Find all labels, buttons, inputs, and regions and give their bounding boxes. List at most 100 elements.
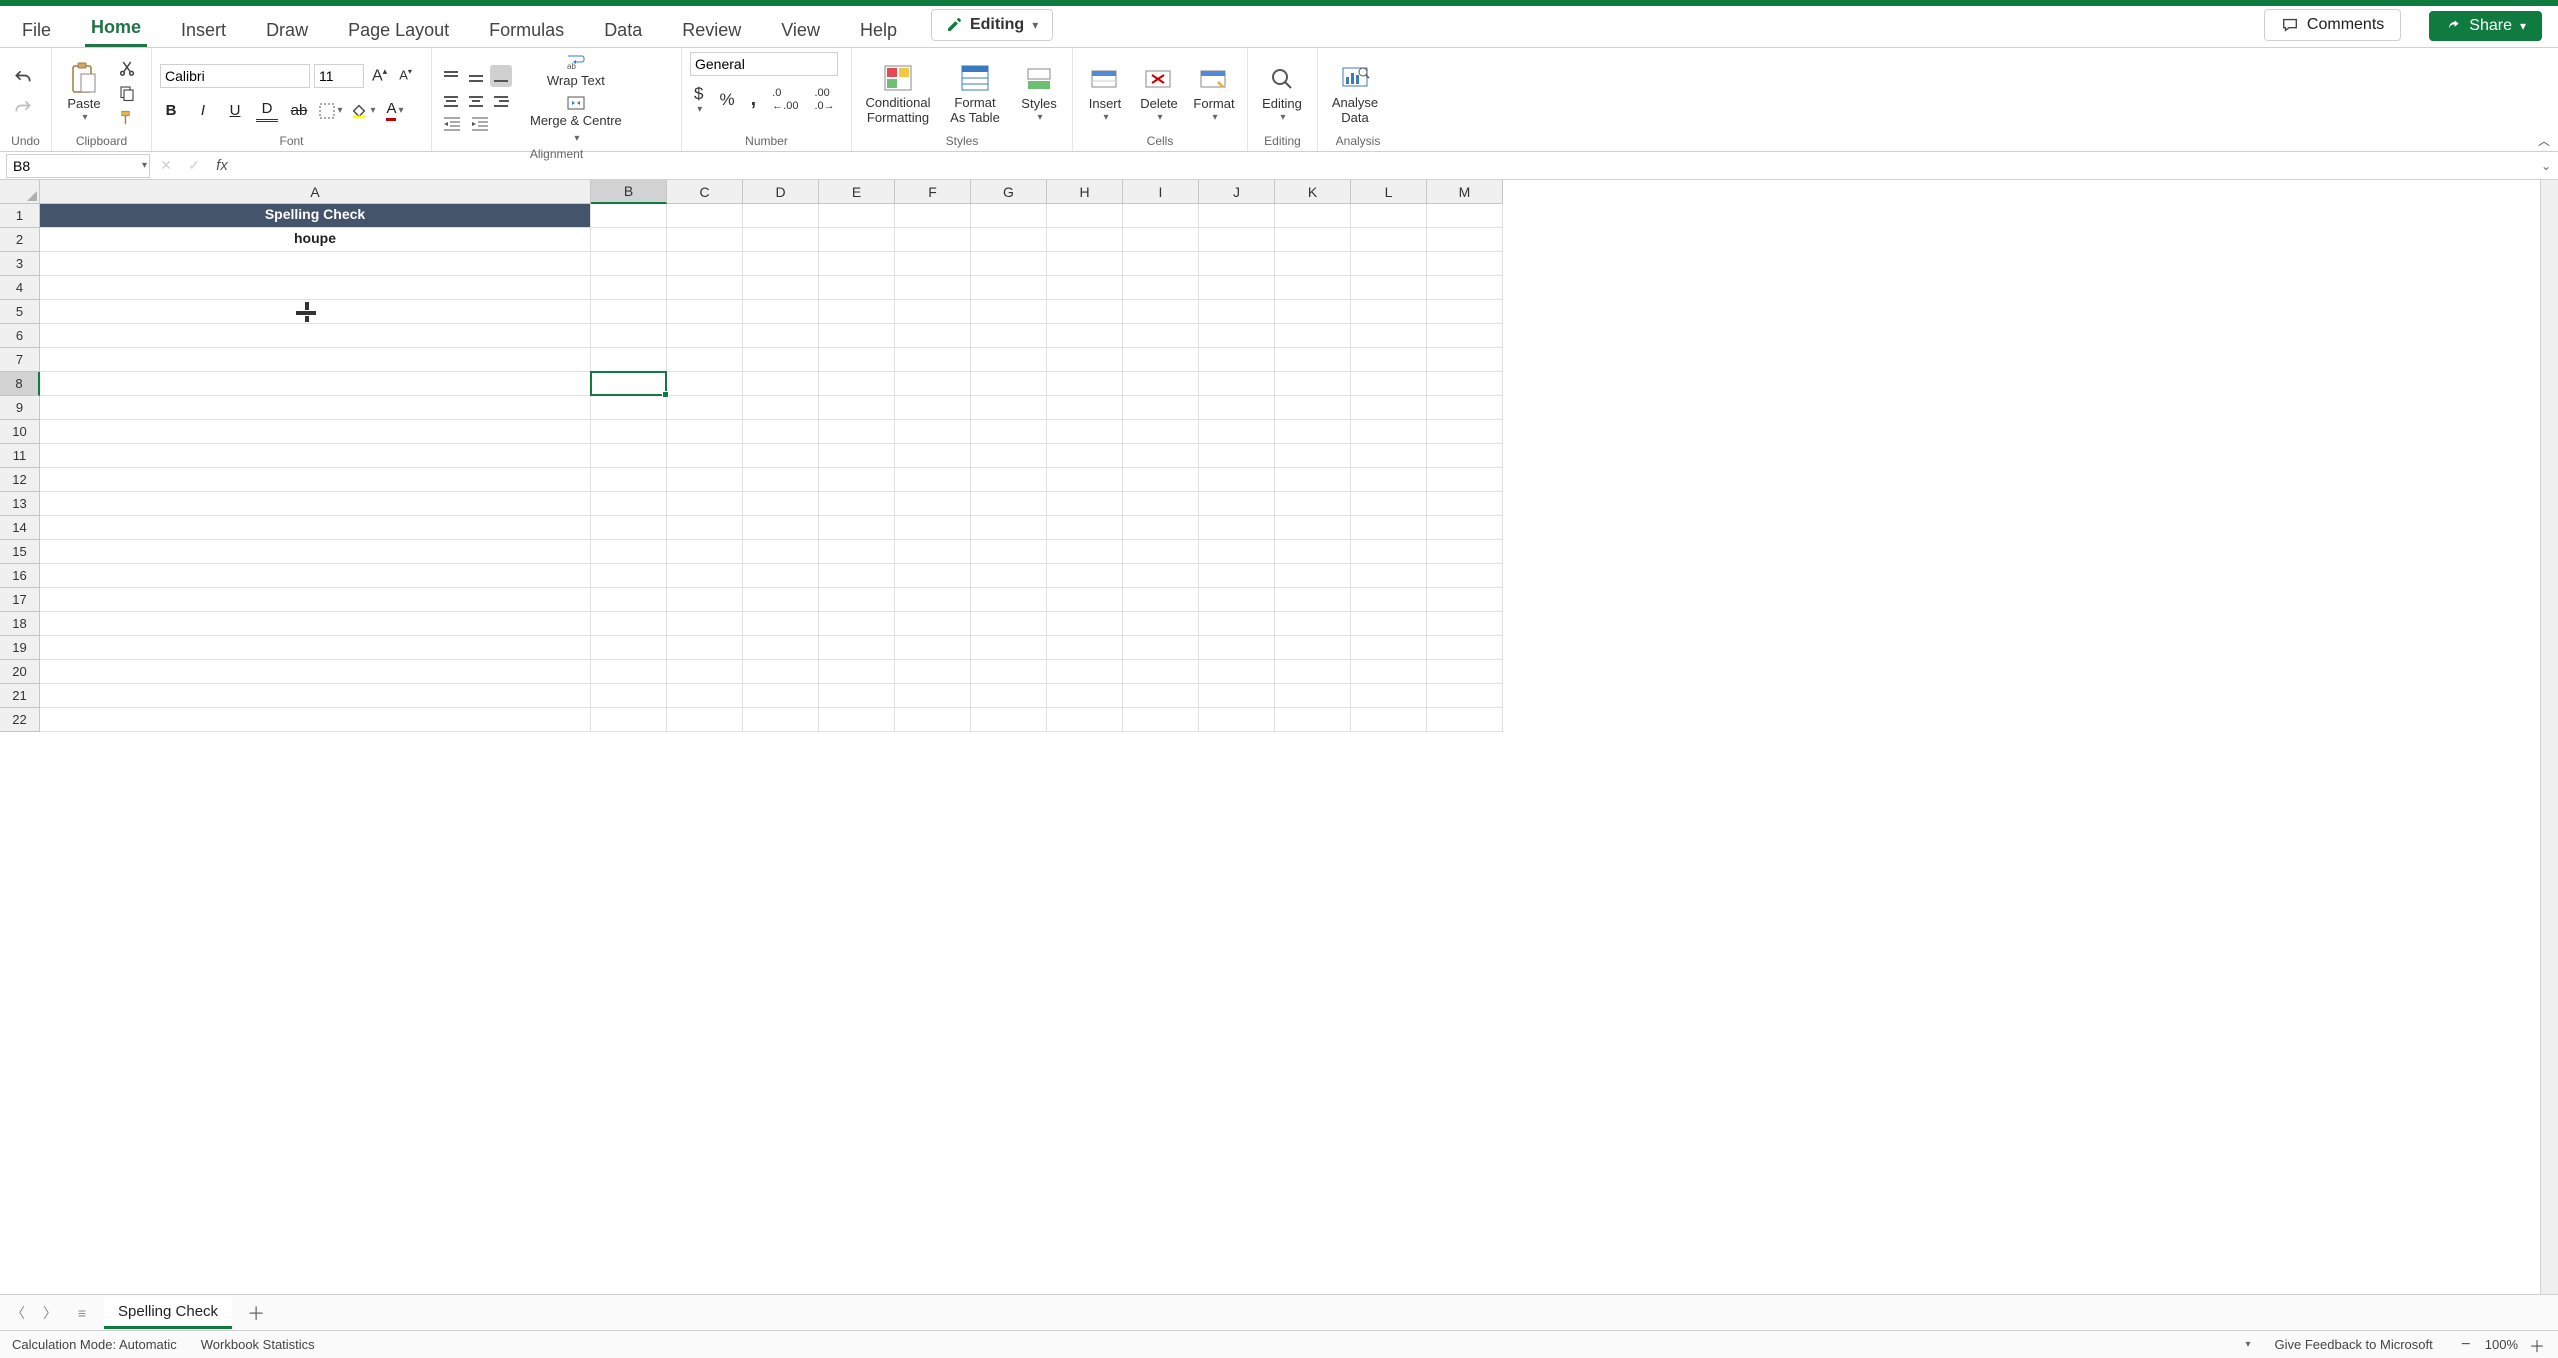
cell-L10[interactable] bbox=[1351, 420, 1427, 444]
cell-F7[interactable] bbox=[895, 348, 971, 372]
cell-A18[interactable] bbox=[40, 612, 591, 636]
cell-B15[interactable] bbox=[591, 540, 667, 564]
cell-L11[interactable] bbox=[1351, 444, 1427, 468]
cell-F22[interactable] bbox=[895, 708, 971, 732]
chevron-down-icon[interactable]: ▾ bbox=[142, 160, 147, 171]
decrease-decimal-button[interactable]: .00.0→ bbox=[810, 85, 838, 114]
cell-F4[interactable] bbox=[895, 276, 971, 300]
cell-J13[interactable] bbox=[1199, 492, 1275, 516]
cell-A1[interactable]: Spelling Check bbox=[40, 204, 591, 228]
tab-page-layout[interactable]: Page Layout bbox=[342, 12, 455, 47]
cell-J9[interactable] bbox=[1199, 396, 1275, 420]
mode-editing-dropdown[interactable]: Editing ▾ bbox=[931, 9, 1053, 41]
column-header-A[interactable]: A bbox=[40, 180, 591, 204]
cell-K17[interactable] bbox=[1275, 588, 1351, 612]
cell-E11[interactable] bbox=[819, 444, 895, 468]
cell-K2[interactable] bbox=[1275, 228, 1351, 252]
cell-K1[interactable] bbox=[1275, 204, 1351, 228]
cell-M16[interactable] bbox=[1427, 564, 1503, 588]
analyse-data-button[interactable]: Analyse Data bbox=[1326, 58, 1384, 128]
column-header-B[interactable]: B bbox=[591, 180, 667, 204]
cell-H18[interactable] bbox=[1047, 612, 1123, 636]
cell-E14[interactable] bbox=[819, 516, 895, 540]
comments-button[interactable]: Comments bbox=[2264, 9, 2401, 41]
cell-G10[interactable] bbox=[971, 420, 1047, 444]
cell-K12[interactable] bbox=[1275, 468, 1351, 492]
cell-B22[interactable] bbox=[591, 708, 667, 732]
align-center-button[interactable] bbox=[465, 90, 487, 112]
cell-E6[interactable] bbox=[819, 324, 895, 348]
cell-H16[interactable] bbox=[1047, 564, 1123, 588]
share-button[interactable]: Share ▾ bbox=[2429, 11, 2542, 41]
cell-I21[interactable] bbox=[1123, 684, 1199, 708]
cell-D17[interactable] bbox=[743, 588, 819, 612]
column-header-I[interactable]: I bbox=[1123, 180, 1199, 204]
cell-H1[interactable] bbox=[1047, 204, 1123, 228]
cell-F15[interactable] bbox=[895, 540, 971, 564]
cell-M19[interactable] bbox=[1427, 636, 1503, 660]
cell-M5[interactable] bbox=[1427, 300, 1503, 324]
cell-B21[interactable] bbox=[591, 684, 667, 708]
cell-I5[interactable] bbox=[1123, 300, 1199, 324]
status-dropdown[interactable]: ▾ bbox=[2245, 1339, 2250, 1350]
cell-G22[interactable] bbox=[971, 708, 1047, 732]
cell-D16[interactable] bbox=[743, 564, 819, 588]
cell-C7[interactable] bbox=[667, 348, 743, 372]
row-header-9[interactable]: 9 bbox=[0, 396, 40, 420]
column-header-F[interactable]: F bbox=[895, 180, 971, 204]
cell-J2[interactable] bbox=[1199, 228, 1275, 252]
cell-L17[interactable] bbox=[1351, 588, 1427, 612]
tab-draw[interactable]: Draw bbox=[260, 12, 314, 47]
cell-M11[interactable] bbox=[1427, 444, 1503, 468]
cell-H21[interactable] bbox=[1047, 684, 1123, 708]
cell-K13[interactable] bbox=[1275, 492, 1351, 516]
cell-K8[interactable] bbox=[1275, 372, 1351, 396]
cell-A12[interactable] bbox=[40, 468, 591, 492]
column-header-K[interactable]: K bbox=[1275, 180, 1351, 204]
decrease-font-button[interactable]: A▾ bbox=[395, 65, 416, 85]
cell-A10[interactable] bbox=[40, 420, 591, 444]
cell-C16[interactable] bbox=[667, 564, 743, 588]
cell-E12[interactable] bbox=[819, 468, 895, 492]
cell-F16[interactable] bbox=[895, 564, 971, 588]
cell-L1[interactable] bbox=[1351, 204, 1427, 228]
cell-B16[interactable] bbox=[591, 564, 667, 588]
column-header-H[interactable]: H bbox=[1047, 180, 1123, 204]
cell-J1[interactable] bbox=[1199, 204, 1275, 228]
cell-D4[interactable] bbox=[743, 276, 819, 300]
cell-C12[interactable] bbox=[667, 468, 743, 492]
cell-K16[interactable] bbox=[1275, 564, 1351, 588]
cell-G7[interactable] bbox=[971, 348, 1047, 372]
cell-C9[interactable] bbox=[667, 396, 743, 420]
cell-K7[interactable] bbox=[1275, 348, 1351, 372]
cell-G12[interactable] bbox=[971, 468, 1047, 492]
number-format-select[interactable] bbox=[690, 52, 838, 76]
cell-M9[interactable] bbox=[1427, 396, 1503, 420]
cell-E18[interactable] bbox=[819, 612, 895, 636]
insert-function-button[interactable]: fx bbox=[208, 154, 236, 178]
cell-I6[interactable] bbox=[1123, 324, 1199, 348]
cell-L12[interactable] bbox=[1351, 468, 1427, 492]
cell-A13[interactable] bbox=[40, 492, 591, 516]
cell-C4[interactable] bbox=[667, 276, 743, 300]
align-bottom-button[interactable] bbox=[490, 65, 512, 87]
cell-M3[interactable] bbox=[1427, 252, 1503, 276]
cell-C18[interactable] bbox=[667, 612, 743, 636]
underline-button[interactable]: U bbox=[224, 100, 246, 122]
workbook-stats-button[interactable]: Workbook Statistics bbox=[201, 1337, 315, 1352]
cell-I2[interactable] bbox=[1123, 228, 1199, 252]
cell-H4[interactable] bbox=[1047, 276, 1123, 300]
cell-D22[interactable] bbox=[743, 708, 819, 732]
cell-G14[interactable] bbox=[971, 516, 1047, 540]
cell-L3[interactable] bbox=[1351, 252, 1427, 276]
wrap-text-button[interactable]: ab Wrap Text bbox=[526, 52, 626, 91]
cell-F5[interactable] bbox=[895, 300, 971, 324]
cell-B1[interactable] bbox=[591, 204, 667, 228]
cell-H19[interactable] bbox=[1047, 636, 1123, 660]
cell-B17[interactable] bbox=[591, 588, 667, 612]
cell-C17[interactable] bbox=[667, 588, 743, 612]
cell-A19[interactable] bbox=[40, 636, 591, 660]
row-header-10[interactable]: 10 bbox=[0, 420, 40, 444]
tab-view[interactable]: View bbox=[775, 12, 826, 47]
zoom-in-button[interactable]: ＋ bbox=[2528, 1336, 2546, 1354]
